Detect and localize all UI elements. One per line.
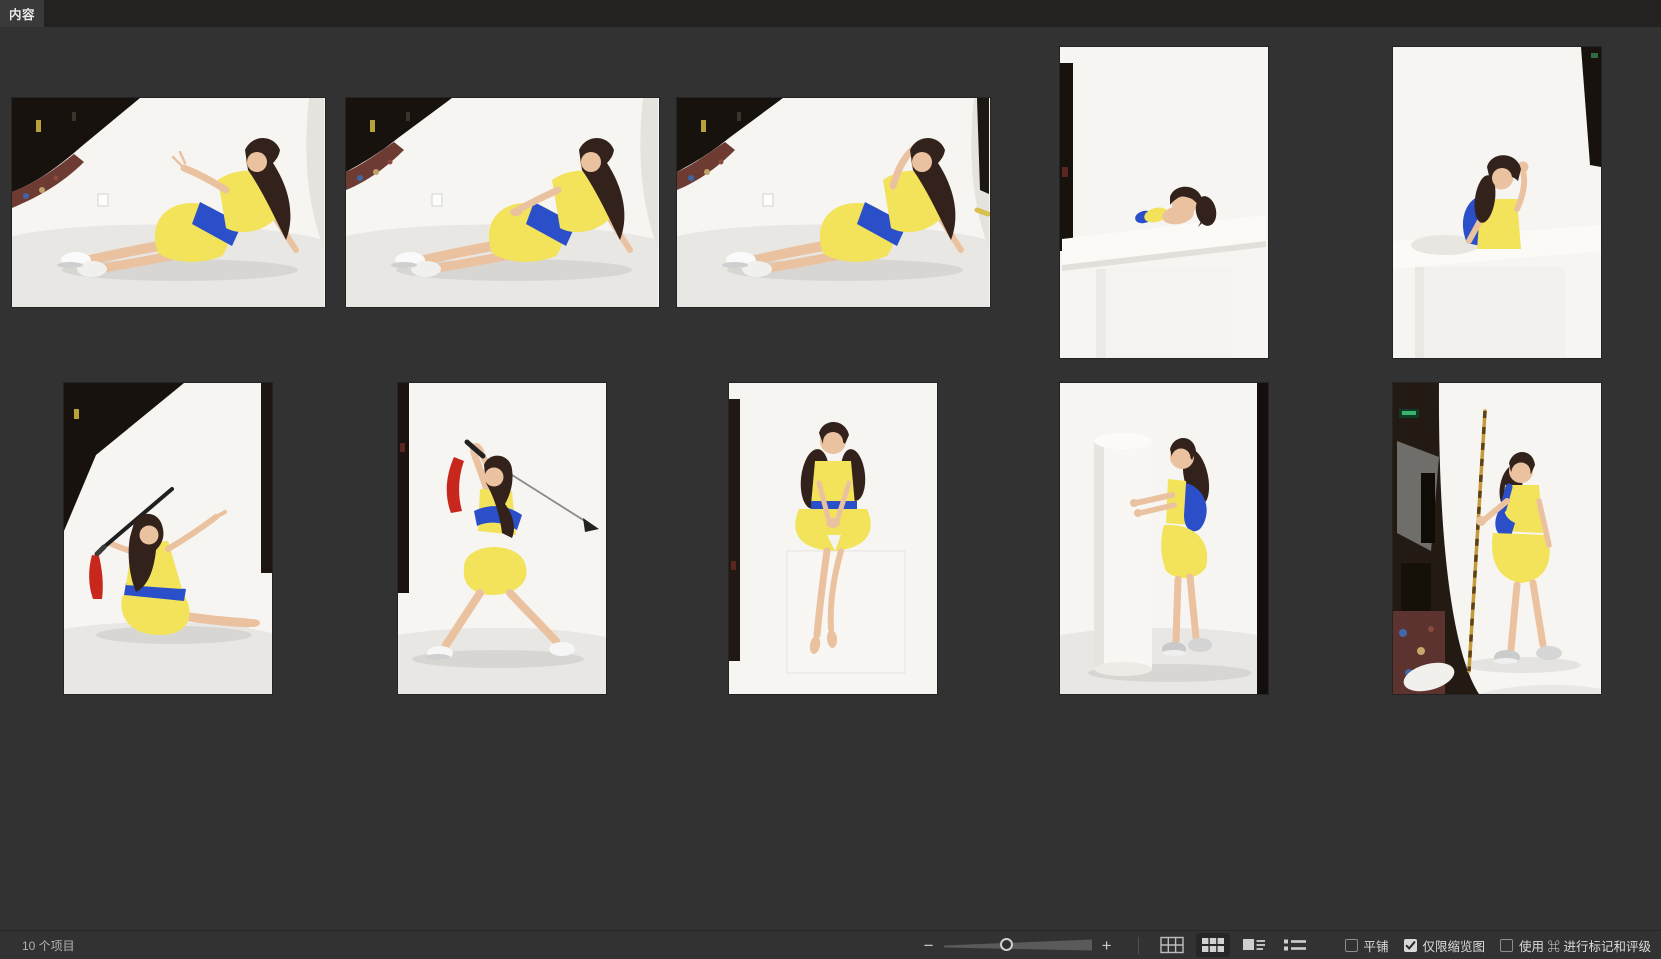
toolbar-controls: − + 平铺 仅限缩览图 使用 ⌘ 进行标记和评级 bbox=[920, 933, 1651, 957]
thumbnail-model-seated-sword-tassel[interactable] bbox=[64, 383, 272, 694]
content-grid bbox=[0, 27, 1661, 930]
photo-table-hole-image bbox=[1393, 47, 1601, 358]
thumbnail-model-emerging-from-table-hole[interactable] bbox=[1393, 47, 1601, 358]
checkbox-label: 仅限缩览图 bbox=[1423, 936, 1486, 955]
checkbox-checked-icon[interactable] bbox=[1404, 939, 1417, 952]
status-bar: 10 个项目 − + 平铺 仅限缩览图 使用 ⌘ 进行标记和评级 bbox=[0, 930, 1661, 959]
thumbnail-model-hugging-paper-roll[interactable] bbox=[1060, 383, 1268, 694]
thumbnail-grid-view-button[interactable] bbox=[1196, 933, 1230, 957]
check-icon bbox=[1405, 940, 1416, 951]
details-view-button[interactable] bbox=[1237, 933, 1271, 957]
thumbnail-grid-view-icon bbox=[1201, 936, 1225, 954]
thumbnail-smaller-button[interactable]: − bbox=[920, 937, 938, 954]
view-mode-group bbox=[1155, 933, 1312, 957]
grid-view-icon bbox=[1160, 936, 1184, 954]
photo-sit-sword-image bbox=[64, 383, 272, 694]
item-count: 10 个项目 bbox=[22, 937, 75, 954]
list-view-icon bbox=[1283, 936, 1307, 954]
checkbox-item-1[interactable]: 仅限缩览图 bbox=[1404, 936, 1486, 955]
checkbox-item-0[interactable]: 平铺 bbox=[1345, 936, 1389, 955]
checkbox-unchecked-icon[interactable] bbox=[1500, 939, 1513, 952]
photo-table-lean-image bbox=[1060, 47, 1268, 358]
checkbox-item-2[interactable]: 使用 ⌘ 进行标记和评级 bbox=[1500, 936, 1651, 955]
checkbox-label: 使用 ⌘ 进行标记和评级 bbox=[1519, 936, 1651, 955]
thumbnail-model-lunge-sword-overhead[interactable] bbox=[398, 383, 606, 694]
photo-roll-hug-image bbox=[1060, 383, 1268, 694]
photo-staff-stand-image bbox=[1393, 383, 1601, 694]
photo-lying-point-image bbox=[12, 98, 325, 307]
thumbnail-model-resting-on-white-table[interactable] bbox=[1060, 47, 1268, 358]
checkbox-group: 平铺 仅限缩览图 使用 ⌘ 进行标记和评级 bbox=[1330, 936, 1651, 955]
thumbnail-model-sitting-on-cube-crossed-legs[interactable] bbox=[729, 383, 937, 694]
details-view-icon bbox=[1242, 936, 1266, 954]
slider-track bbox=[944, 936, 1092, 954]
photo-lying-armup-image bbox=[677, 98, 990, 307]
thumbnail-model-lying-peace-sign[interactable] bbox=[12, 98, 325, 307]
thumbnail-larger-button[interactable]: + bbox=[1098, 937, 1116, 954]
thumbnail-model-lying-hand-to-head[interactable] bbox=[677, 98, 990, 307]
checkbox-label: 平铺 bbox=[1364, 936, 1389, 955]
grid-view-button[interactable] bbox=[1155, 933, 1189, 957]
thumbnail-model-lying-hand-on-hip[interactable] bbox=[346, 98, 659, 307]
list-view-button[interactable] bbox=[1278, 933, 1312, 957]
panel-tab-bar: 内容 bbox=[0, 0, 1661, 27]
toolbar-separator bbox=[1138, 937, 1139, 954]
photo-lying-hip-image bbox=[346, 98, 659, 307]
checkbox-unchecked-icon[interactable] bbox=[1345, 939, 1358, 952]
tab-content[interactable]: 内容 bbox=[0, 0, 44, 27]
bridge-window: 内容 10 个项目 − + 平铺 仅限缩览图 使用 ⌘ 进行标记和评级 bbox=[0, 0, 1661, 959]
thumbnail-size-slider[interactable] bbox=[944, 936, 1092, 954]
photo-lunge-sword-image bbox=[398, 383, 606, 694]
thumbnail-model-standing-with-golden-staff[interactable] bbox=[1393, 383, 1601, 694]
photo-cube-sit-image bbox=[729, 383, 937, 694]
